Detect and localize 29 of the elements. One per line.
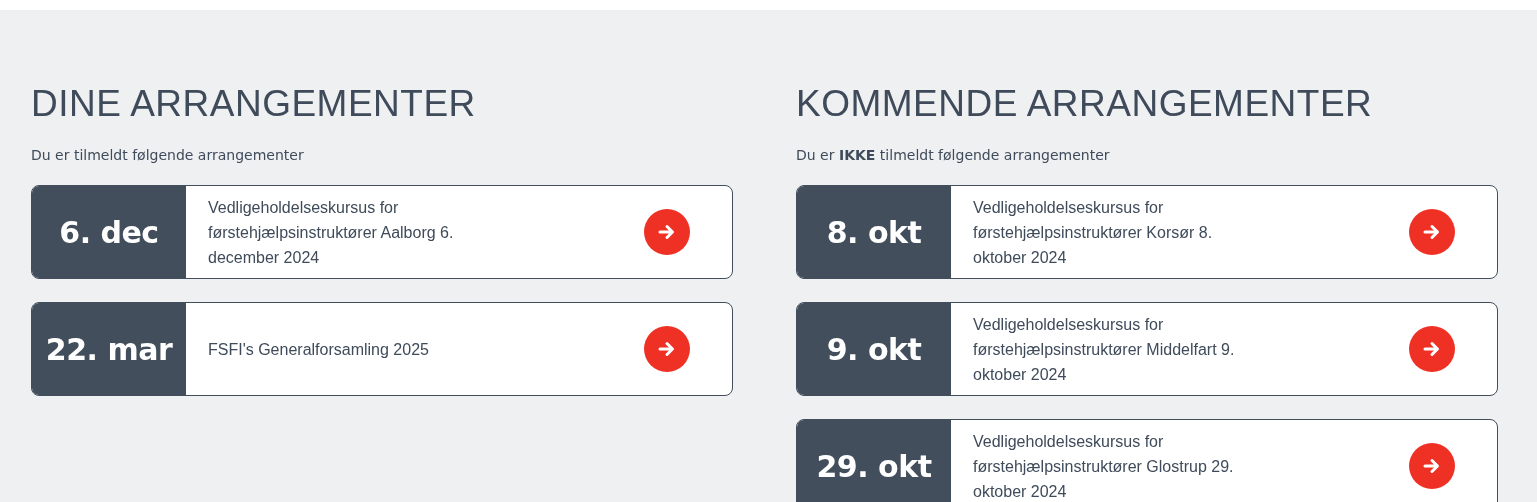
- event-title: FSFI's Generalforsamling 2025: [208, 339, 430, 360]
- arrow-right-icon: [1422, 456, 1442, 476]
- arrow-right-button[interactable]: [644, 209, 690, 255]
- arrow-right-button[interactable]: [1409, 443, 1455, 489]
- event-title: Vedligeholdelseskursus for førstehjælpsinstruktører Glostrup 29. oktober 2024: [973, 431, 1235, 502]
- event-title: Vedligeholdelseskursus for førstehjælpsinstruktører Middelfart 9. oktober 2024: [973, 314, 1236, 385]
- arrow-right-button[interactable]: [644, 326, 690, 372]
- arrow-right-button[interactable]: [1409, 326, 1455, 372]
- event-date: 22. mar: [32, 303, 186, 395]
- event-card[interactable]: 6. dec Vedligeholdelseskursus for førstehjælpsinstruktører Aalborg 6. december 2024: [31, 185, 733, 279]
- section-heading: KOMMENDE ARRANGEMENTER: [796, 82, 1374, 126]
- event-date: 29. okt: [797, 420, 951, 502]
- section-heading: DINE ARRANGEMENTER: [31, 82, 477, 126]
- event-card[interactable]: 22. mar FSFI's Generalforsamling 2025: [31, 302, 733, 396]
- arrow-right-icon: [657, 222, 677, 242]
- arrow-right-icon: [1422, 339, 1442, 359]
- arrow-right-icon: [657, 339, 677, 359]
- event-title: Vedligeholdelseskursus for førstehjælpsinstruktører Korsør 8. oktober 2024: [973, 197, 1214, 268]
- section-subtitle: Du er IKKE tilmeldt følgende arrangementer: [796, 147, 1111, 163]
- event-card[interactable]: 29. okt Vedligeholdelseskursus for førstehjælpsinstruktører Glostrup 29. oktober 2024: [796, 419, 1498, 502]
- section-subtitle: Du er tilmeldt følgende arrangementer: [31, 147, 305, 163]
- event-card[interactable]: 9. okt Vedligeholdelseskursus for førstehjælpsinstruktører Middelfart 9. oktober 2024: [796, 302, 1498, 396]
- arrow-right-button[interactable]: [1409, 209, 1455, 255]
- event-title: Vedligeholdelseskursus for førstehjælpsinstruktører Aalborg 6. december 2024: [208, 197, 455, 268]
- event-card[interactable]: 8. okt Vedligeholdelseskursus for førstehjælpsinstruktører Korsør 8. oktober 2024: [796, 185, 1498, 279]
- event-date: 9. okt: [797, 303, 951, 395]
- arrow-right-icon: [1422, 222, 1442, 242]
- event-date: 8. okt: [797, 186, 951, 278]
- event-date: 6. dec: [32, 186, 186, 278]
